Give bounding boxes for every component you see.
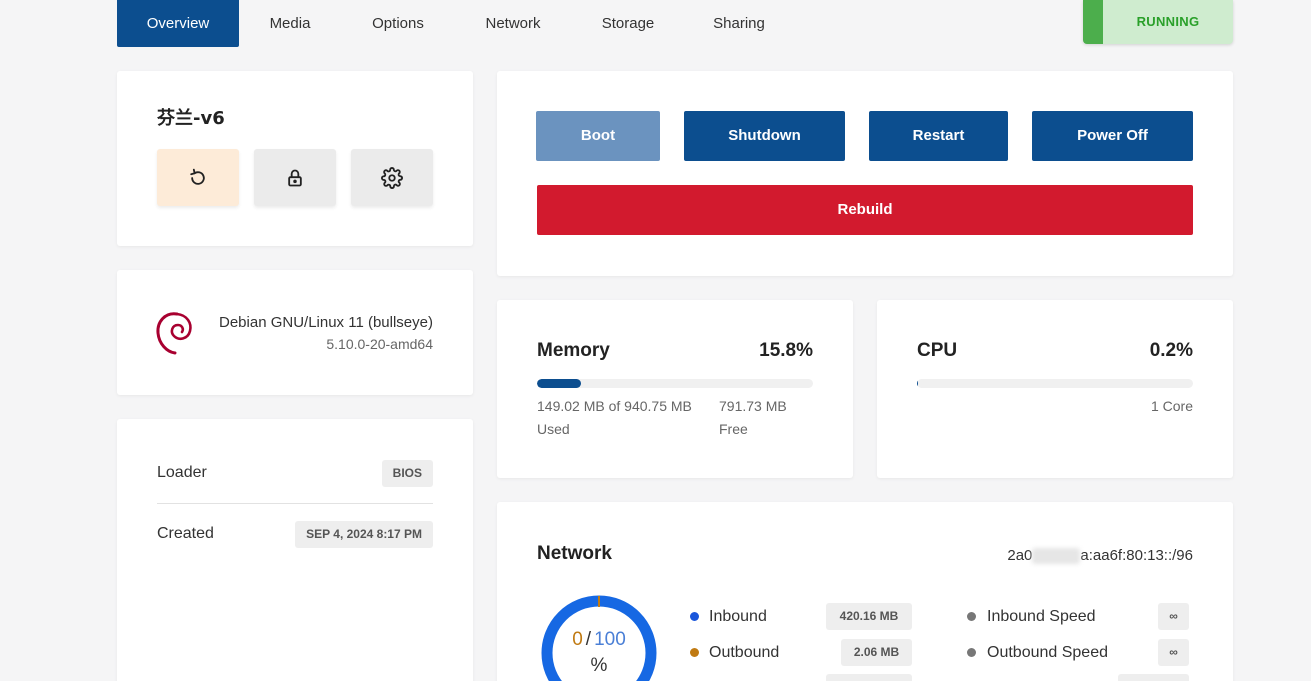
created-badge: SEP 4, 2024 8:17 PM <box>295 521 433 548</box>
tab-sharing[interactable]: Sharing <box>699 0 779 47</box>
inbound-speed-value: ∞ <box>1158 603 1189 630</box>
cpu-card: CPU 0.2% 1 Core <box>877 300 1233 478</box>
memory-free: 791.73 MB <box>719 398 787 414</box>
ip-redacted <box>1032 548 1081 565</box>
gauge-separator: / <box>585 629 592 650</box>
memory-card: Memory 15.8% 149.02 MB of 940.75 MB Used… <box>497 300 853 478</box>
vm-card: 芬兰-v6 <box>117 71 473 246</box>
outbound-value: 2.06 MB <box>841 639 912 666</box>
tab-network[interactable]: Network <box>470 0 556 47</box>
outbound-dot <box>690 648 699 657</box>
created-label: Created <box>157 525 214 542</box>
os-card: Debian GNU/Linux 11 (bullseye) 5.10.0-20… <box>117 270 473 395</box>
gauge-max: 100 <box>594 629 626 650</box>
divider <box>157 503 433 504</box>
power-card: Boot Shutdown Restart Power Off Rebuild <box>497 71 1233 276</box>
status-badge: RUNNING <box>1083 0 1233 44</box>
tab-overview[interactable]: Overview <box>117 0 239 47</box>
traffic-gauge: 0/100 % <box>539 593 659 681</box>
info-card: Loader BIOS Created SEP 4, 2024 8:17 PM <box>117 419 473 681</box>
tab-storage[interactable]: Storage <box>587 0 669 47</box>
memory-progress <box>537 379 813 388</box>
outbound-speed-label: Outbound Speed <box>987 644 1108 661</box>
boot-button[interactable]: Boot <box>536 111 660 161</box>
gear-icon <box>381 166 403 189</box>
reinstall-icon <box>190 168 205 185</box>
inbound-speed-dot <box>967 612 976 621</box>
cpu-progress <box>917 379 1193 388</box>
poweroff-button[interactable]: Power Off <box>1032 111 1193 161</box>
inbound-speed-label: Inbound Speed <box>987 608 1096 625</box>
loader-badge: BIOS <box>381 460 433 487</box>
status-indicator <box>1083 0 1103 44</box>
restart-button[interactable]: Restart <box>869 111 1008 161</box>
memory-free-label: Free <box>719 421 748 437</box>
memory-used: 149.02 MB of 940.75 MB <box>537 398 692 414</box>
inbound-dot <box>690 612 699 621</box>
os-kernel: 5.10.0-20-amd64 <box>326 336 433 352</box>
ip-prefix: 2a0 <box>1007 547 1033 564</box>
outbound-label: Outbound <box>709 644 780 661</box>
lock-icon <box>288 169 302 186</box>
gauge-unit: % <box>590 655 608 676</box>
tab-media[interactable]: Media <box>250 0 330 47</box>
gauge-value: 0 <box>572 629 583 650</box>
inbound-value: 420.16 MB <box>826 603 912 630</box>
cpu-cores: 1 Core <box>1150 398 1193 414</box>
os-name: Debian GNU/Linux 11 (bullseye) <box>219 314 433 331</box>
memory-title: Memory <box>537 340 610 361</box>
debian-logo <box>156 312 192 355</box>
gauge-reading: 0/100 <box>539 629 659 651</box>
tab-options[interactable]: Options <box>355 0 441 47</box>
settings-button[interactable] <box>351 149 433 206</box>
network-title: Network <box>537 543 612 564</box>
rebuild-button[interactable]: Rebuild <box>537 185 1193 235</box>
ip-suffix: a:aa6f:80:13::/96 <box>1080 547 1193 564</box>
cpu-title: CPU <box>917 340 958 361</box>
loader-label: Loader <box>157 464 207 481</box>
memory-percent: 15.8% <box>759 340 813 361</box>
memory-used-label: Used <box>537 421 570 437</box>
lock-button[interactable] <box>254 149 336 206</box>
cpu-progress-fill <box>917 379 918 388</box>
reinstall-button[interactable] <box>157 149 239 206</box>
cpu-percent: 0.2% <box>1149 340 1193 361</box>
placeholder-badge <box>826 674 912 681</box>
vm-name: 芬兰-v6 <box>157 108 225 129</box>
inbound-label: Inbound <box>709 608 767 625</box>
placeholder-badge <box>1118 674 1189 681</box>
status-label: RUNNING <box>1136 14 1200 29</box>
shutdown-button[interactable]: Shutdown <box>684 111 845 161</box>
memory-progress-fill <box>537 379 581 388</box>
network-ip: 2a0 a:aa6f:80:13::/96 <box>1007 547 1193 565</box>
network-card: Network 2a0 a:aa6f:80:13::/96 0/100 % Inb… <box>497 502 1233 681</box>
outbound-speed-value: ∞ <box>1158 639 1189 666</box>
outbound-speed-dot <box>967 648 976 657</box>
